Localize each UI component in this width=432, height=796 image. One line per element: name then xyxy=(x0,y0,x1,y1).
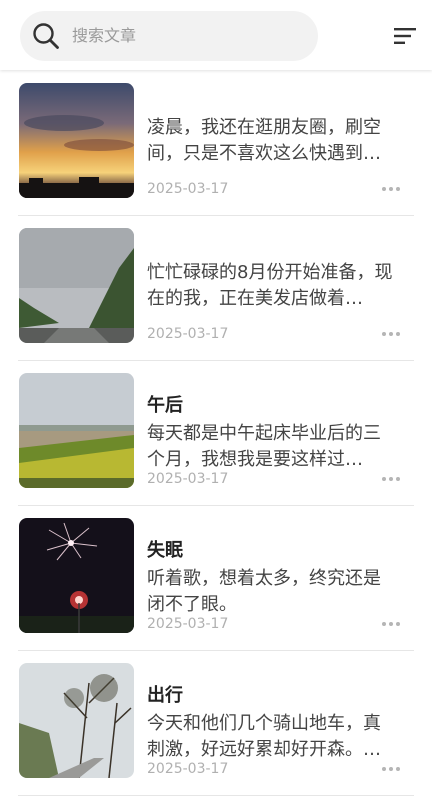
article-item[interactable]: 出行 今天和他们几个骑山地车，真刺激，好远好累却好开森。… 2025-03-17 xyxy=(18,650,414,796)
article-excerpt: 听着歌，想着太多，终究还是闭不了眼。 xyxy=(147,568,381,615)
article-item[interactable]: 午后 每天都是中午起床毕业后的三个月，我想我是要这样过… 2025-03-17 xyxy=(18,360,414,506)
search-placeholder: 搜索文章 xyxy=(72,26,137,45)
article-item[interactable]: 忙忙碌碌的8月份开始准备，现在的我，正在美发店做着… 2025-03-17 xyxy=(18,215,414,361)
article-item[interactable]: 失眠 听着歌，想着太多，终究还是闭不了眼。 2025-03-17 xyxy=(18,505,414,651)
filter-menu-icon[interactable] xyxy=(392,25,418,47)
fireworks-photo-icon xyxy=(19,518,134,633)
article-thumbnail xyxy=(19,373,134,488)
sunset-photo-icon xyxy=(19,83,134,198)
article-date: 2025-03-17 xyxy=(147,181,229,197)
more-options-icon[interactable] xyxy=(382,326,400,338)
more-options-icon[interactable] xyxy=(382,471,400,483)
article-item[interactable]: 凌晨，我还在逛朋友圈，刷空间，只是不喜欢这么快遇到… 2025-03-17 xyxy=(18,70,414,216)
article-title: 出行 xyxy=(147,685,183,706)
top-bar: 搜索文章 xyxy=(0,0,432,70)
search-input[interactable]: 搜索文章 xyxy=(20,11,318,61)
more-options-icon[interactable] xyxy=(382,616,400,628)
article-date: 2025-03-17 xyxy=(147,616,229,632)
article-date: 2025-03-17 xyxy=(147,761,229,777)
more-options-icon[interactable] xyxy=(382,181,400,193)
article-excerpt: 今天和他们几个骑山地车，真刺激，好远好累却好开森。… xyxy=(147,713,381,760)
article-thumbnail xyxy=(19,663,134,778)
article-thumbnail xyxy=(19,228,134,343)
article-excerpt: 凌晨，我还在逛朋友圈，刷空间，只是不喜欢这么快遇到… xyxy=(147,117,381,164)
article-date: 2025-03-17 xyxy=(147,326,229,342)
article-title: 失眠 xyxy=(147,540,183,561)
search-icon xyxy=(33,23,59,49)
article-title: 午后 xyxy=(147,395,183,416)
article-thumbnail xyxy=(19,83,134,198)
article-excerpt: 忙忙碌碌的8月份开始准备，现在的我，正在美发店做着… xyxy=(147,262,393,309)
article-thumbnail xyxy=(19,518,134,633)
more-options-icon[interactable] xyxy=(382,761,400,773)
mountain-road-photo-icon xyxy=(19,228,134,343)
article-excerpt: 每天都是中午起床毕业后的三个月，我想我是要这样过… xyxy=(147,423,381,470)
article-date: 2025-03-17 xyxy=(147,471,229,487)
trees-road-photo-icon xyxy=(19,663,134,778)
field-photo-icon xyxy=(19,373,134,488)
